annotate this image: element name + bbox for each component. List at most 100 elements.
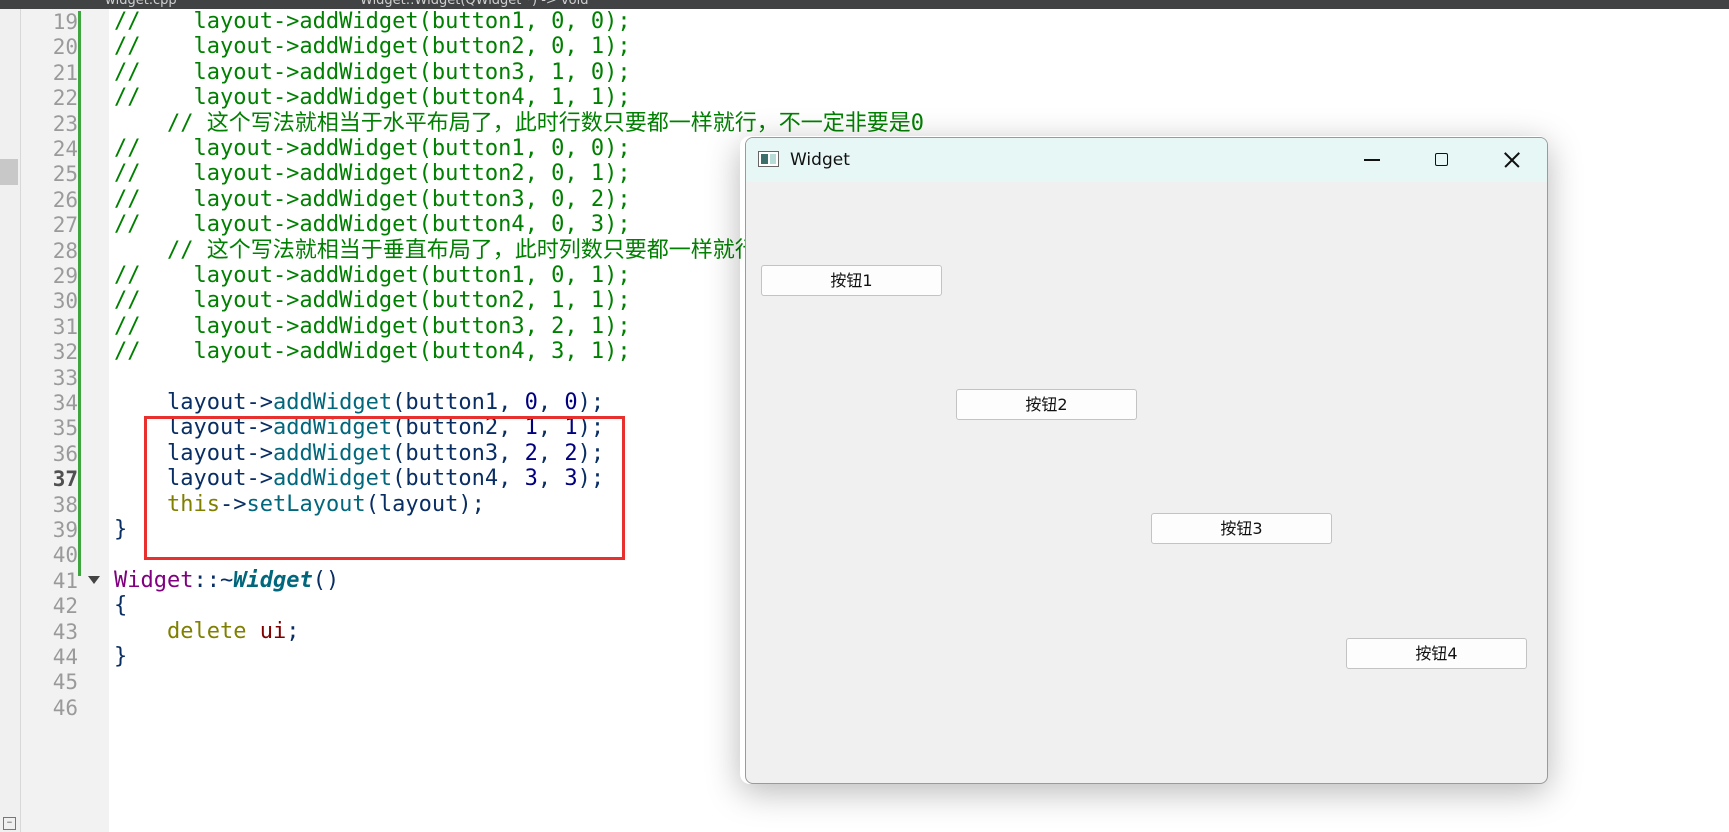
line-number: 29: [52, 264, 78, 288]
code-token: {: [114, 593, 128, 619]
collapse-icon[interactable]: −: [3, 817, 16, 830]
maximize-icon: [1435, 153, 1448, 166]
code-text: }: [114, 643, 127, 671]
minimize-icon: [1364, 159, 1380, 161]
line-number: 44: [52, 645, 78, 669]
line-number: 41: [52, 568, 78, 593]
code-token: 3: [524, 466, 538, 492]
code-token: Widget: [233, 567, 313, 593]
fold-arrow-icon[interactable]: [88, 575, 100, 584]
code-token: );: [577, 390, 605, 415]
code-token: 2: [564, 440, 578, 466]
code-text: delete ui;: [114, 618, 299, 646]
code-token: ->: [219, 491, 247, 517]
code-token: 2: [524, 440, 538, 466]
code-text: // layout->addWidget(button3, 0, 2);: [114, 186, 631, 214]
code-token: // layout->addWidget(button1, 0, 0);: [114, 136, 631, 161]
code-token: (button1,: [392, 390, 525, 415]
code-text: // layout->addWidget(button3, 2, 1);: [114, 313, 631, 341]
code-token: // layout->addWidget(button2, 0, 1);: [114, 34, 631, 60]
code-text: // layout->addWidget(button2, 0, 1);: [114, 33, 631, 61]
line-number: 35: [52, 416, 78, 441]
code-token: // layout->addWidget(button1, 0, 0);: [114, 9, 631, 34]
code-text: layout->addWidget(button3, 2, 2);: [114, 440, 604, 468]
line-number: 23: [52, 111, 78, 136]
line-number: 19: [52, 10, 78, 34]
code-token: (layout);: [365, 491, 485, 517]
code-token: addWidget: [272, 415, 393, 441]
code-token: (): [312, 567, 340, 593]
code-text: layout->addWidget(button4, 3, 3);: [114, 465, 604, 493]
code-token: layout->: [114, 440, 273, 466]
line-number: 34: [52, 391, 78, 415]
line-number: 20: [52, 35, 78, 60]
code-line: 23 // 这个写法就相当于水平布局了，此时行数只要都一样就行，不一定非要是0: [0, 110, 1729, 138]
code-token: layout->: [114, 390, 273, 415]
code-text: // layout->addWidget(button4, 0, 3);: [114, 211, 631, 239]
code-token: 0: [524, 390, 538, 415]
line-number: 28: [52, 238, 78, 263]
code-text: // layout->addWidget(button3, 1, 0);: [114, 59, 631, 87]
widget-window[interactable]: Widget 按钮1 按钮2 按钮3 按钮4: [745, 137, 1548, 784]
code-token: // layout->addWidget(button3, 1, 0);: [114, 59, 631, 85]
code-token: }: [114, 517, 128, 542]
code-token: this: [114, 491, 220, 517]
code-token: (button2,: [392, 415, 525, 441]
app-window-icon: [758, 151, 779, 167]
line-number: 30: [52, 289, 78, 314]
code-token: ,: [537, 390, 565, 415]
code-token: layout->: [114, 415, 273, 441]
code-token: 1: [564, 415, 578, 441]
code-text: }: [114, 516, 127, 544]
code-token: (button3,: [392, 440, 525, 466]
code-token: // layout->addWidget(button2, 0, 1);: [114, 161, 631, 187]
line-number: 25: [52, 162, 78, 187]
button-3[interactable]: 按钮3: [1151, 513, 1332, 544]
code-text: layout->addWidget(button2, 1, 1);: [114, 414, 604, 442]
button-4[interactable]: 按钮4: [1346, 638, 1527, 669]
code-line: 22 // layout->addWidget(button4, 1, 1);: [0, 84, 1729, 112]
code-token: // layout->addWidget(button3, 0, 2);: [114, 186, 631, 212]
code-line: 20 // layout->addWidget(button2, 0, 1);: [0, 33, 1729, 61]
code-text: // layout->addWidget(button2, 1, 1);: [114, 287, 631, 315]
code-text: // layout->addWidget(button1, 0, 1);: [114, 262, 631, 290]
code-token: );: [577, 440, 605, 466]
code-text: {: [114, 592, 127, 620]
code-text: // 这个写法就相当于水平布局了，此时行数只要都一样就行，不一定非要是0: [114, 110, 924, 138]
line-number: 43: [52, 619, 78, 644]
code-text: this->setLayout(layout);: [114, 491, 485, 519]
code-token: );: [577, 415, 605, 441]
button-1[interactable]: 按钮1: [761, 265, 942, 296]
code-token: ,: [537, 440, 565, 466]
code-token: ,: [537, 415, 565, 441]
line-number: 39: [52, 518, 78, 542]
tab-file[interactable]: widget.cpp: [105, 0, 177, 8]
code-token: Widget: [114, 567, 194, 593]
line-number: 26: [52, 187, 78, 212]
line-number: 42: [52, 594, 78, 619]
code-token: delete: [114, 618, 247, 644]
button-2[interactable]: 按钮2: [956, 389, 1137, 420]
minimize-button[interactable]: [1338, 138, 1406, 182]
code-token: (button4,: [392, 466, 525, 492]
line-number: 40: [52, 543, 78, 568]
code-token: // layout->addWidget(button4, 1, 1);: [114, 85, 631, 111]
code-text: layout->addWidget(button1, 0, 0);: [114, 389, 604, 417]
line-number: 21: [52, 60, 78, 85]
code-token: ::~: [193, 567, 234, 593]
tab-function[interactable]: Widget::Widget(QWidget *) -> void: [360, 0, 588, 8]
code-text: // layout->addWidget(button2, 0, 1);: [114, 160, 631, 188]
close-button[interactable]: [1476, 138, 1544, 182]
code-token: addWidget: [272, 440, 393, 466]
window-titlebar[interactable]: Widget: [746, 138, 1547, 182]
code-text: // layout->addWidget(button4, 3, 1);: [114, 338, 631, 366]
maximize-button[interactable]: [1407, 138, 1475, 182]
code-text: // 这个写法就相当于垂直布局了，此时列数只要都一样就行: [114, 237, 757, 265]
line-number: 27: [52, 213, 78, 238]
code-token: ;: [286, 618, 300, 644]
code-line: 19 // layout->addWidget(button1, 0, 0);: [0, 8, 1729, 36]
code-token: layout->: [114, 466, 273, 492]
code-text: // layout->addWidget(button1, 0, 0);: [114, 8, 631, 36]
line-number: 37: [52, 467, 78, 492]
